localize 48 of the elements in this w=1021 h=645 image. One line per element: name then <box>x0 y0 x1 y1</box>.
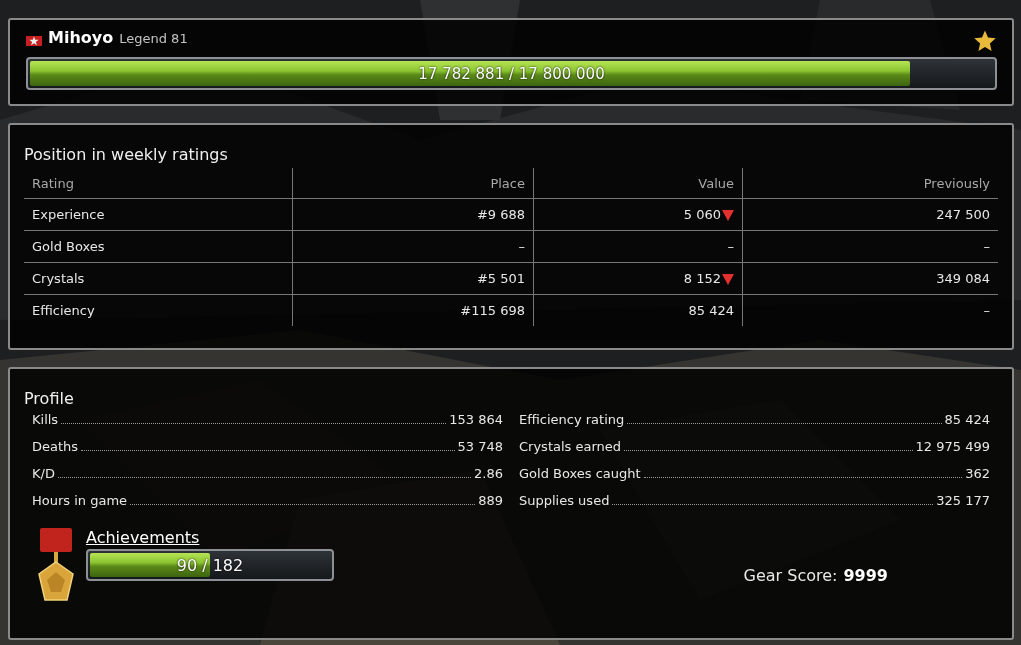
stat-value: 325 177 <box>936 493 990 508</box>
stat-value: 85 424 <box>944 412 990 427</box>
table-cell: Crystals <box>24 262 293 295</box>
stat-label: Supplies used <box>519 493 610 508</box>
stat-label: Kills <box>32 412 59 427</box>
stat-value: 2.86 <box>474 466 503 481</box>
table-cell: – <box>727 239 734 254</box>
stat-value: 12 975 499 <box>915 439 990 454</box>
table-cell: 5 060 <box>683 207 721 222</box>
stat-label: Crystals earned <box>519 439 622 454</box>
column-header: Value <box>533 168 743 199</box>
gear-score-value: 9999 <box>843 565 888 585</box>
section-title: Position in weekly ratings <box>24 145 229 164</box>
column-header: Place <box>292 168 534 199</box>
stat-value: 153 864 <box>449 412 503 427</box>
table-cell: – <box>292 230 534 263</box>
column-header: Previously <box>742 168 998 199</box>
table-cell: 247 500 <box>742 198 998 231</box>
player-rank: Legend 81 <box>119 31 188 46</box>
stat-label: Gold Boxes caught <box>519 466 641 481</box>
table-cell: 8 152 <box>683 271 721 286</box>
table-cell: – <box>742 230 998 263</box>
star-icon[interactable] <box>973 29 997 53</box>
gear-score-label: Gear Score: <box>743 565 838 585</box>
table-cell: #9 688 <box>292 198 534 231</box>
experience-text: 17 782 881 / 17 800 000 <box>417 63 606 85</box>
stat-label: Deaths <box>32 439 79 454</box>
table-cell: 349 084 <box>742 262 998 295</box>
achievements-link[interactable]: Achievements <box>86 528 334 547</box>
section-title: Profile <box>24 389 75 408</box>
table-cell: 85 424 <box>688 303 734 318</box>
medal-icon <box>36 528 76 604</box>
column-header: Rating <box>24 168 293 199</box>
stat-value: 53 748 <box>457 439 503 454</box>
stat-label: K/D <box>32 466 55 481</box>
table-cell: – <box>742 294 998 326</box>
table-cell: Experience <box>24 198 293 231</box>
table-cell: #5 501 <box>292 262 534 295</box>
table-cell: #115 698 <box>292 294 534 326</box>
stat-value: 362 <box>965 466 990 481</box>
achievements-count: 90 / 182 <box>175 554 245 577</box>
rank-insignia-icon <box>26 35 42 47</box>
stat-value: 889 <box>478 493 503 508</box>
stat-label: Hours in game <box>32 493 128 508</box>
table-cell: Efficiency <box>24 294 293 326</box>
table-cell: Gold Boxes <box>24 230 293 263</box>
stat-label: Efficiency rating <box>519 412 625 427</box>
player-name: Mihoyo <box>48 28 114 47</box>
